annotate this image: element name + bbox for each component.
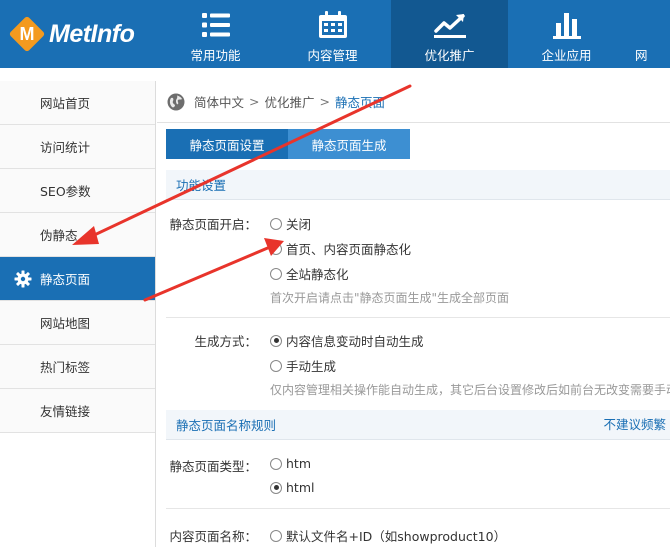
sidebar-item-pseudo-static[interactable]: 伪静态: [0, 213, 155, 257]
sidebar-item-home[interactable]: 网站首页: [0, 81, 155, 125]
sidebar-item-label: 访问统计: [40, 140, 91, 155]
sidebar-item-label: 热门标签: [40, 360, 91, 375]
calendar-icon: [315, 8, 351, 42]
radio-circle: [270, 267, 282, 280]
radio-circle: [270, 359, 282, 372]
tab-static-generate[interactable]: 静态页面生成: [288, 129, 410, 159]
radio-label: 内容信息变动时自动生成: [286, 334, 424, 349]
radio-label: 手动生成: [286, 359, 337, 374]
nav-label: 企业应用: [541, 48, 592, 63]
breadcrumb-separator: >: [249, 94, 260, 109]
gear-icon: [14, 270, 32, 288]
breadcrumb-item[interactable]: 简体中文: [194, 92, 244, 111]
sidebar-item-stats[interactable]: 访问统计: [0, 125, 155, 169]
nav-label: 优化推广: [424, 48, 475, 63]
sidebar-item-label: 静态页面: [40, 272, 91, 287]
breadcrumb-separator: >: [319, 94, 330, 109]
radio-label: htm: [286, 456, 311, 471]
bar-chart-icon: [549, 8, 585, 42]
radio-type-html[interactable]: html: [270, 480, 314, 495]
radio-circle: [270, 217, 282, 230]
partial-icon: [635, 8, 670, 42]
radio-auto-generate[interactable]: 内容信息变动时自动生成: [270, 331, 424, 350]
main-content: 简体中文 > 优化推广 > 静态页面 静态页面设置 静态页面生成 功能设置 静态…: [157, 81, 670, 547]
row-divider: [166, 317, 670, 318]
sidebar-item-static-page[interactable]: 静态页面: [0, 257, 155, 301]
static-type-label: 静态页面类型：: [169, 459, 257, 474]
radio-label: html: [286, 480, 315, 495]
radio-circle: [270, 242, 282, 255]
trend-chart-icon: [432, 8, 468, 42]
radio-circle: [270, 529, 282, 542]
metinfo-logo[interactable]: M MetInfo: [0, 0, 168, 68]
sidebar: 网站首页 访问统计 SEO参数 伪静态 静态页面 网站地图 热门标签 友情链接: [0, 81, 156, 547]
radio-type-htm[interactable]: htm: [270, 456, 311, 471]
breadcrumb: 简体中文 > 优化推广 > 静态页面: [157, 81, 670, 123]
radio-circle: [270, 457, 282, 470]
logo-text: MetInfo: [49, 19, 135, 48]
tab-static-settings[interactable]: 静态页面设置: [166, 129, 288, 159]
top-bar: M MetInfo 常用功能 内容管理 优化推广 企业应用 网: [0, 0, 670, 68]
radio-label: 关闭: [286, 217, 312, 232]
tab-bar: 静态页面设置 静态页面生成: [166, 129, 410, 159]
generate-mode-label: 生成方式：: [194, 334, 257, 349]
radio-label: 默认文件名+ID（如showproduct10）: [286, 529, 507, 544]
section-right-note: 不建议频繁: [603, 417, 666, 432]
static-open-label: 静态页面开启：: [169, 217, 257, 232]
section-function-settings: 功能设置: [166, 170, 670, 200]
list-icon: [198, 8, 234, 42]
sidebar-item-label: 网站地图: [40, 316, 91, 331]
radio-content-default-name[interactable]: 默认文件名+ID（如showproduct10）: [270, 526, 506, 545]
sidebar-item-label: 伪静态: [40, 228, 78, 243]
static-open-hint: 首次开启请点击"静态页面生成"生成全部页面: [270, 291, 510, 305]
sidebar-item-hot-tags[interactable]: 热门标签: [0, 345, 155, 389]
radio-label: 全站静态化: [286, 267, 349, 282]
radio-static-home-content[interactable]: 首页、内容页面静态化: [270, 239, 411, 258]
sidebar-item-label: SEO参数: [40, 184, 91, 199]
sidebar-item-friend-links[interactable]: 友情链接: [0, 389, 155, 433]
nav-item-content[interactable]: 内容管理: [274, 0, 391, 68]
nav-label: 常用功能: [190, 48, 241, 63]
radio-manual-generate[interactable]: 手动生成: [270, 356, 336, 375]
nav-label: 网: [635, 48, 648, 63]
section-name-rules: 静态页面名称规则 不建议频繁: [166, 410, 670, 440]
sidebar-item-label: 友情链接: [40, 404, 91, 419]
nav-item-common[interactable]: 常用功能: [157, 0, 274, 68]
row-divider: [166, 508, 670, 509]
section-title: 静态页面名称规则: [176, 418, 277, 433]
section-title: 功能设置: [176, 178, 227, 193]
generate-mode-hint: 仅内容管理相关操作能自动生成，其它后台设置修改后如前台无改变需要手动: [270, 383, 670, 397]
radio-static-full-site[interactable]: 全站静态化: [270, 264, 349, 283]
logo-mark-icon: M: [8, 15, 46, 53]
breadcrumb-current: 静态页面: [335, 95, 386, 110]
globe-icon: [167, 93, 185, 111]
sidebar-item-sitemap[interactable]: 网站地图: [0, 301, 155, 345]
radio-static-off[interactable]: 关闭: [270, 214, 311, 233]
nav-item-enterprise[interactable]: 企业应用: [508, 0, 625, 68]
nav-item-promotion[interactable]: 优化推广: [391, 0, 508, 68]
sidebar-item-label: 网站首页: [40, 96, 91, 111]
content-name-label: 内容页面名称：: [169, 529, 257, 544]
radio-circle: [270, 334, 282, 347]
main-nav: 常用功能 内容管理 优化推广 企业应用 网: [157, 0, 670, 68]
radio-label: 首页、内容页面静态化: [286, 242, 412, 257]
nav-label: 内容管理: [307, 48, 358, 63]
breadcrumb-item[interactable]: 优化推广: [265, 92, 315, 111]
nav-item-partial[interactable]: 网: [625, 0, 670, 68]
radio-circle: [270, 481, 282, 494]
sidebar-item-seo[interactable]: SEO参数: [0, 169, 155, 213]
logo-letter: M: [19, 24, 35, 44]
